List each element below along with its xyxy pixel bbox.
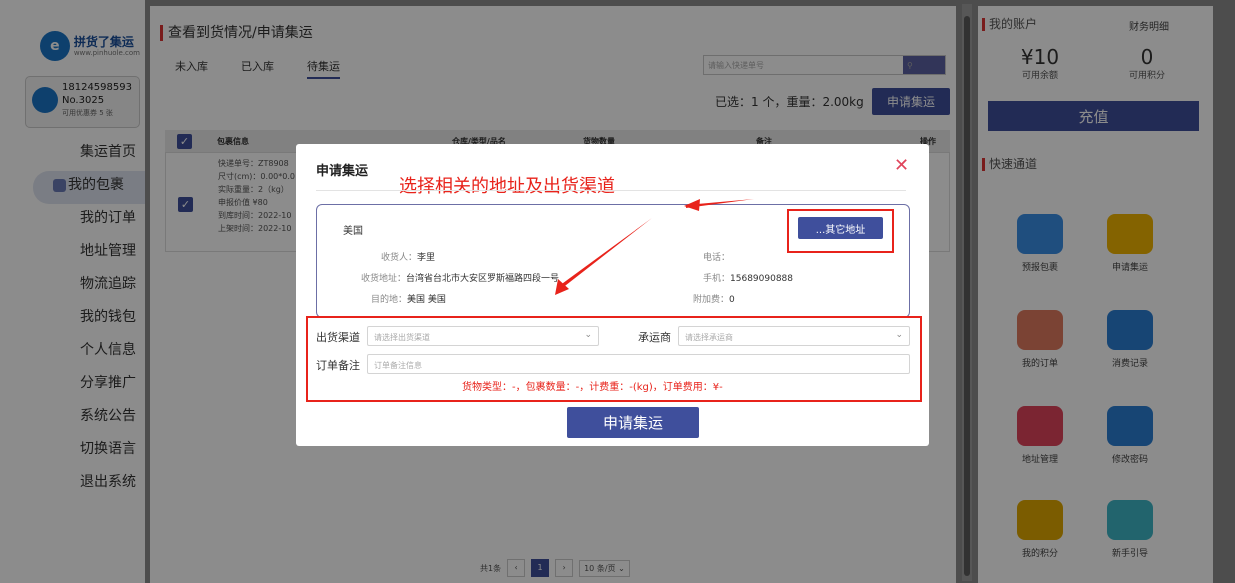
receiver-label: 收货人：	[381, 253, 418, 263]
close-icon[interactable]: ✕	[894, 155, 909, 176]
mobile-field: 手机：15689090888	[703, 271, 793, 284]
carrier-select[interactable]: 请选择承运商 ⌄	[678, 326, 910, 346]
destination-label: 目的地：	[371, 295, 408, 305]
mobile-value: 15689090888	[730, 274, 794, 284]
remark-label: 订单备注	[316, 359, 360, 372]
surcharge-field: 附加费：0	[693, 292, 735, 305]
receiver-value: 李里	[417, 253, 436, 263]
apply-consolidation-dialog: 申请集运 选择相关的地址及出货渠道 ✕ 美国 ...其它地址 收货人：李里 收货…	[296, 144, 929, 446]
carrier-placeholder: 请选择承运商	[685, 333, 733, 342]
chevron-down-icon: ⌄	[584, 330, 592, 340]
submit-consolidation-button[interactable]: 申请集运	[567, 407, 699, 438]
remark-input[interactable]: 订单备注信息	[367, 354, 910, 374]
channel-select[interactable]: 请选择出货渠道 ⌄	[367, 326, 599, 346]
carrier-label: 承运商	[638, 331, 671, 344]
surcharge-value: 0	[729, 295, 735, 305]
channel-placeholder: 请选择出货渠道	[374, 333, 430, 342]
phone-field: 电话：	[703, 250, 730, 263]
other-address-button[interactable]: ...其它地址	[798, 217, 883, 239]
surcharge-label: 附加费：	[693, 295, 730, 305]
address-value: 台湾省台北市大安区罗斯福路四段一号	[406, 274, 560, 284]
destination-value: 美国 美国	[407, 295, 446, 305]
receiver-field: 收货人：李里	[381, 250, 435, 263]
address-field: 收货地址：台湾省台北市大安区罗斯福路四段一号	[361, 271, 559, 284]
remark-placeholder: 订单备注信息	[374, 361, 422, 370]
destination-field: 目的地：美国 美国	[371, 292, 446, 305]
address-card[interactable]: 美国 ...其它地址 收货人：李里 收货地址：台湾省台北市大安区罗斯福路四段一号…	[316, 204, 910, 318]
channel-label: 出货渠道	[316, 331, 360, 344]
dialog-title: 申请集运	[316, 164, 369, 179]
annotation-text: 选择相关的地址及出货渠道	[399, 176, 615, 197]
dialog-divider	[316, 190, 906, 191]
cost-summary: 货物类型：-，包裹数量：-，计费重：-(kg)，订单费用：¥-	[462, 382, 723, 393]
chevron-down-icon: ⌄	[895, 330, 903, 340]
address-label: 收货地址：	[361, 274, 407, 284]
address-country: 美国	[343, 226, 363, 237]
mobile-label: 手机：	[703, 274, 731, 284]
phone-label: 电话：	[703, 253, 731, 263]
